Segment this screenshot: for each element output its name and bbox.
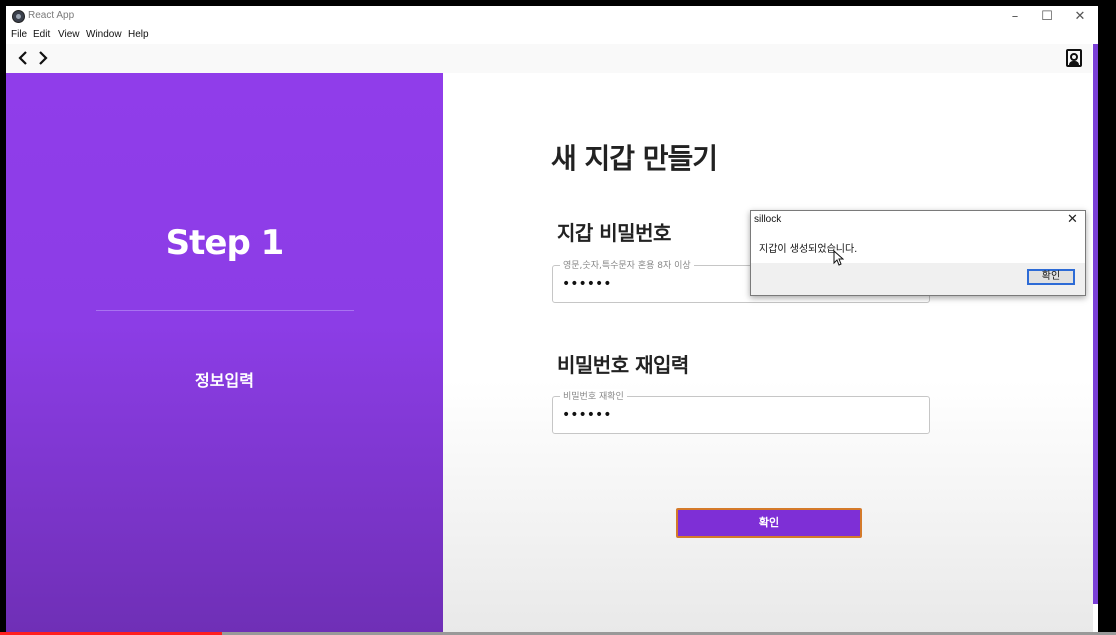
chevron-left-icon[interactable] <box>16 50 30 66</box>
dialog-footer: 확인 <box>751 263 1085 295</box>
step-panel: Step 1 정보입력 <box>6 73 443 632</box>
form-panel: 새 지갑 만들기 지갑 비밀번호 영문,숫자,특수문자 혼용 8자 이상 •••… <box>443 73 1093 632</box>
menu-file[interactable]: File <box>11 29 27 40</box>
cursor-icon <box>833 250 844 266</box>
title-bar: React App – ☐ ✕ <box>6 6 1098 28</box>
menu-window[interactable]: Window <box>86 29 122 40</box>
confirm-password-field[interactable]: 비밀번호 재확인 •••••• <box>552 389 930 434</box>
password-field-legend: 영문,숫자,특수문자 혼용 8자 이상 <box>560 258 694 271</box>
menu-edit[interactable]: Edit <box>33 29 50 40</box>
close-icon[interactable]: ✕ <box>1063 6 1097 28</box>
app-icon <box>12 10 25 23</box>
password-section-title: 지갑 비밀번호 <box>557 221 671 245</box>
maximize-icon[interactable]: ☐ <box>1030 6 1064 28</box>
dialog-ok-button[interactable]: 확인 <box>1027 269 1075 285</box>
page-title: 새 지갑 만들기 <box>551 142 718 175</box>
dialog-title: sillock <box>754 214 782 225</box>
menu-help[interactable]: Help <box>128 29 149 40</box>
step-title: Step 1 <box>165 223 285 263</box>
step-divider <box>96 310 354 311</box>
confirm-field-legend: 비밀번호 재확인 <box>560 389 627 402</box>
confirm-field-value[interactable]: •••••• <box>562 407 612 423</box>
password-field-value[interactable]: •••••• <box>562 276 612 292</box>
menu-bar: File Edit View Window Help <box>6 28 1098 43</box>
chevron-right-icon[interactable] <box>36 50 50 66</box>
minimize-icon[interactable]: – <box>998 6 1032 28</box>
confirm-section-title: 비밀번호 재입력 <box>557 353 689 377</box>
scrollbar[interactable] <box>1093 44 1098 604</box>
app-window: React App – ☐ ✕ File Edit View Window He… <box>6 6 1098 632</box>
alert-dialog: sillock ✕ 지갑이 생성되었습니다. 확인 <box>750 210 1086 296</box>
menu-view[interactable]: View <box>58 29 80 40</box>
step-label: 정보입력 <box>195 371 254 390</box>
window-title: React App <box>28 10 75 21</box>
dialog-close-icon[interactable]: ✕ <box>1067 212 1078 227</box>
user-icon[interactable] <box>1066 49 1082 67</box>
toolbar <box>6 44 1092 73</box>
submit-button[interactable]: 확인 <box>676 508 862 538</box>
